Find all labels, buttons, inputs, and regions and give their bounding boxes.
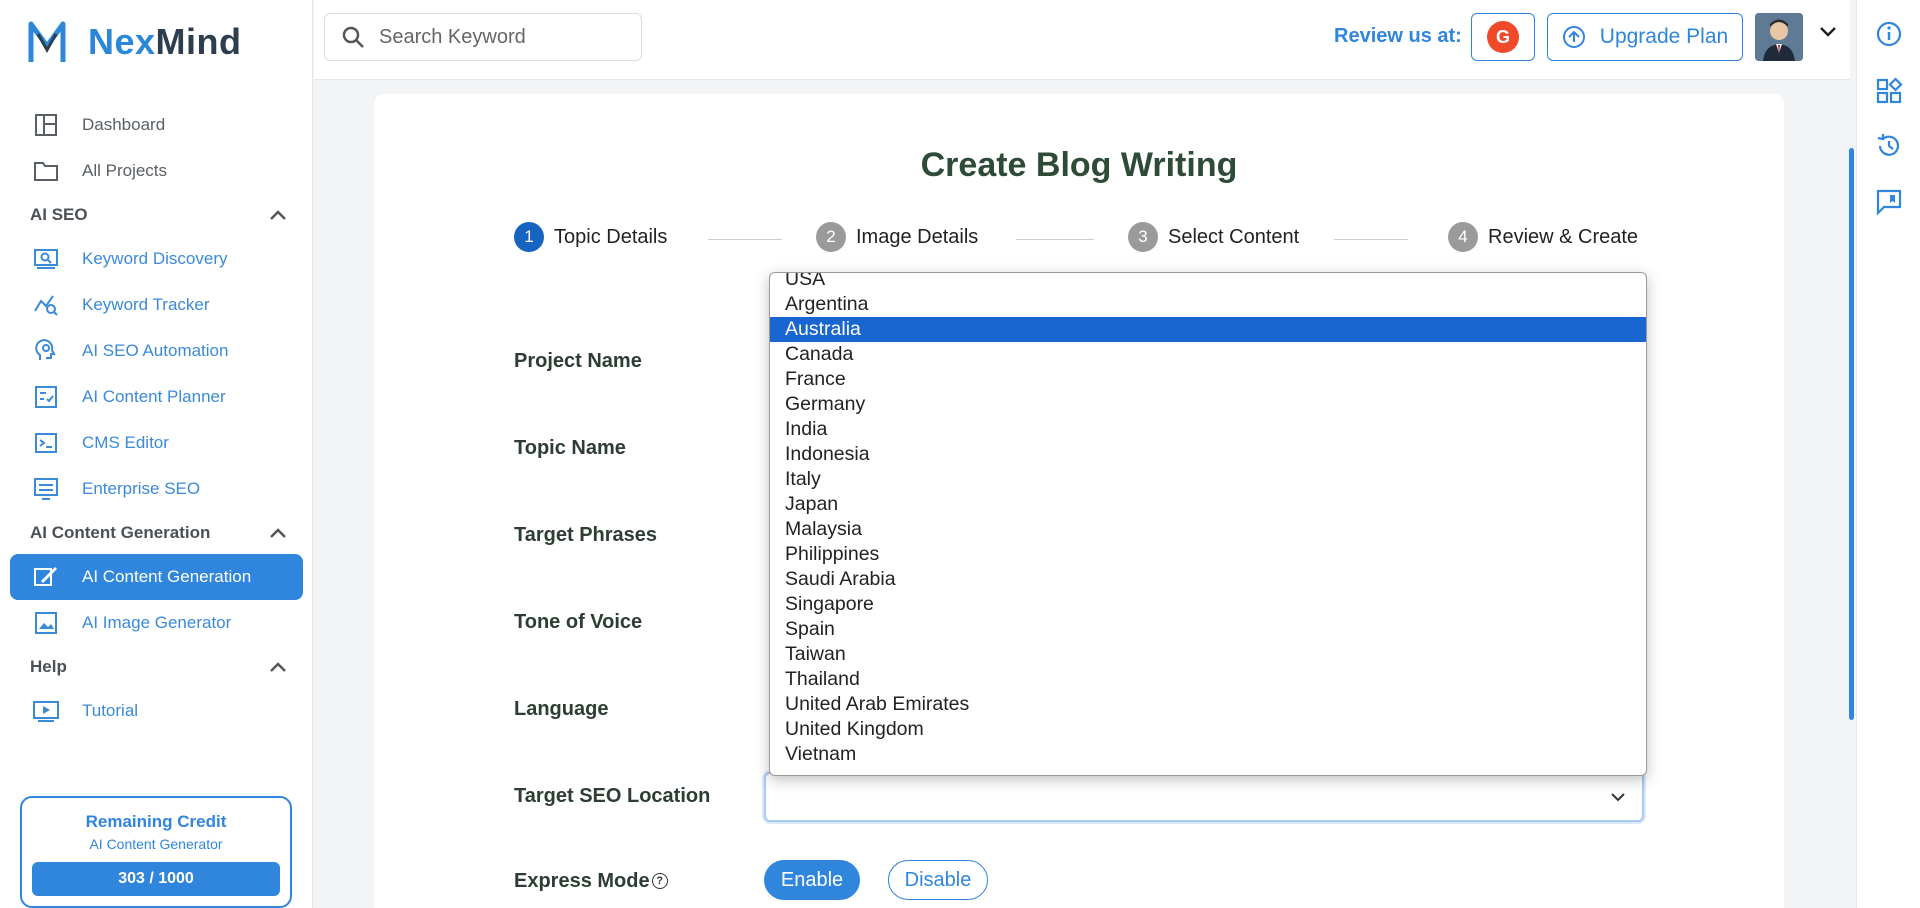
option-argentina[interactable]: Argentina (770, 292, 1646, 317)
option-italy[interactable]: Italy (770, 467, 1646, 492)
target-seo-location-select[interactable] (764, 772, 1644, 822)
step-select-content[interactable]: 3 Select Content (1128, 222, 1299, 252)
stepper: 1 Topic Details 2 Image Details 3 Select… (514, 222, 1644, 258)
planner-icon (32, 383, 60, 411)
option-malaysia[interactable]: Malaysia (770, 517, 1646, 542)
cms-icon (32, 429, 60, 457)
option-vietnam[interactable]: Vietnam (770, 742, 1646, 767)
sidebar-item-ai-image-generator[interactable]: AI Image Generator (0, 600, 313, 646)
brand-name: NexMind (88, 21, 242, 62)
search-box[interactable] (324, 13, 642, 61)
step-divider (1016, 239, 1094, 240)
option-indonesia[interactable]: Indonesia (770, 442, 1646, 467)
upgrade-plan-button[interactable]: Upgrade Plan (1547, 13, 1743, 61)
option-united-kingdom[interactable]: United Kingdom (770, 717, 1646, 742)
chevron-down-icon[interactable] (1819, 26, 1837, 38)
image-icon (32, 609, 60, 637)
sidebar-item-ai-content-planner[interactable]: AI Content Planner (0, 374, 313, 420)
option-thailand[interactable]: Thailand (770, 667, 1646, 692)
section-help[interactable]: Help (0, 646, 313, 688)
content-generation-icon (32, 563, 60, 591)
option-taiwan[interactable]: Taiwan (770, 642, 1646, 667)
widgets-icon[interactable] (1875, 77, 1903, 105)
location-dropdown-list[interactable]: USA Argentina Australia Canada France Ge… (769, 272, 1647, 776)
step-divider (708, 239, 782, 240)
enterprise-icon (32, 475, 60, 503)
chevron-up-icon (270, 662, 286, 672)
remaining-credit-card: Remaining Credit AI Content Generator 30… (20, 796, 292, 908)
search-input[interactable] (379, 25, 619, 49)
chevron-up-icon (270, 210, 286, 220)
info-icon[interactable] (1875, 20, 1903, 48)
help-icon[interactable]: ? (651, 873, 668, 889)
project-name-label: Project Name (514, 350, 642, 372)
topbar: Review us at: G Upgrade Plan (314, 0, 1850, 80)
express-disable-button[interactable]: Disable (888, 860, 988, 900)
brand-logo[interactable]: NexMind (28, 20, 242, 64)
search-icon (342, 26, 364, 48)
chevron-up-icon (270, 528, 286, 538)
language-label: Language (514, 698, 609, 720)
nexmind-logo-icon (28, 21, 66, 62)
express-enable-button[interactable]: Enable (764, 860, 860, 900)
option-australia[interactable]: Australia (770, 317, 1646, 342)
credit-counter: 303 / 1000 (32, 862, 280, 896)
topic-name-label: Topic Name (514, 437, 626, 459)
g2-review-button[interactable]: G (1471, 13, 1535, 61)
section-ai-content-generation[interactable]: AI Content Generation (0, 512, 313, 554)
step-review-create[interactable]: 4 Review & Create (1448, 222, 1638, 252)
sidebar-item-cms-editor[interactable]: CMS Editor (0, 420, 313, 466)
play-icon (32, 697, 60, 725)
option-canada[interactable]: Canada (770, 342, 1646, 367)
folder-icon (32, 157, 60, 185)
option-saudi-arabia[interactable]: Saudi Arabia (770, 567, 1646, 592)
sidebar-item-enterprise-seo[interactable]: Enterprise SEO (0, 466, 313, 512)
option-spain[interactable]: Spain (770, 617, 1646, 642)
step-divider (1334, 239, 1408, 240)
express-mode-label: Express Mode? (514, 870, 668, 893)
option-usa[interactable]: USA (770, 273, 1646, 292)
sidebar-item-tutorial[interactable]: Tutorial (0, 688, 313, 734)
history-icon[interactable] (1875, 132, 1903, 160)
avatar[interactable] (1755, 13, 1803, 61)
option-india[interactable]: India (770, 417, 1646, 442)
sidebar-nav: Dashboard All Projects AI SEO Keyword Di… (0, 102, 313, 734)
option-philippines[interactable]: Philippines (770, 542, 1646, 567)
option-japan[interactable]: Japan (770, 492, 1646, 517)
option-germany[interactable]: Germany (770, 392, 1646, 417)
arrow-up-circle-icon (1562, 26, 1585, 48)
section-ai-seo[interactable]: AI SEO (0, 194, 313, 236)
chevron-down-icon (1611, 793, 1625, 802)
page-scrollbar[interactable] (1849, 148, 1854, 720)
keyword-discovery-icon (32, 245, 60, 273)
step-image-details[interactable]: 2 Image Details (816, 222, 978, 252)
right-rail (1856, 0, 1920, 908)
sidebar-item-ai-content-generation[interactable]: AI Content Generation (10, 554, 303, 600)
user-avatar-icon (1755, 13, 1803, 61)
feedback-icon[interactable] (1875, 188, 1903, 216)
page-title: Create Blog Writing (920, 146, 1238, 184)
option-united-arab-emirates[interactable]: United Arab Emirates (770, 692, 1646, 717)
sidebar-item-all-projects[interactable]: All Projects (0, 148, 313, 194)
sidebar-item-keyword-tracker[interactable]: Keyword Tracker (0, 282, 313, 328)
g2-logo-icon: G (1487, 21, 1519, 53)
target-seo-location-label: Target SEO Location (514, 785, 711, 807)
sidebar-item-ai-seo-automation[interactable]: AI SEO Automation (0, 328, 313, 374)
sidebar-item-dashboard[interactable]: Dashboard (0, 102, 313, 148)
sidebar: NexMind Dashboard All Projects AI SEO Ke… (0, 0, 313, 908)
target-phrases-label: Target Phrases (514, 524, 658, 546)
automation-icon (32, 337, 60, 365)
dashboard-icon (32, 111, 60, 139)
tone-of-voice-label: Tone of Voice (514, 611, 643, 633)
option-france[interactable]: France (770, 367, 1646, 392)
review-label: Review us at: (1334, 25, 1462, 47)
sidebar-item-keyword-discovery[interactable]: Keyword Discovery (0, 236, 313, 282)
tracker-icon (32, 291, 60, 319)
option-singapore[interactable]: Singapore (770, 592, 1646, 617)
step-topic-details[interactable]: 1 Topic Details (514, 222, 667, 252)
